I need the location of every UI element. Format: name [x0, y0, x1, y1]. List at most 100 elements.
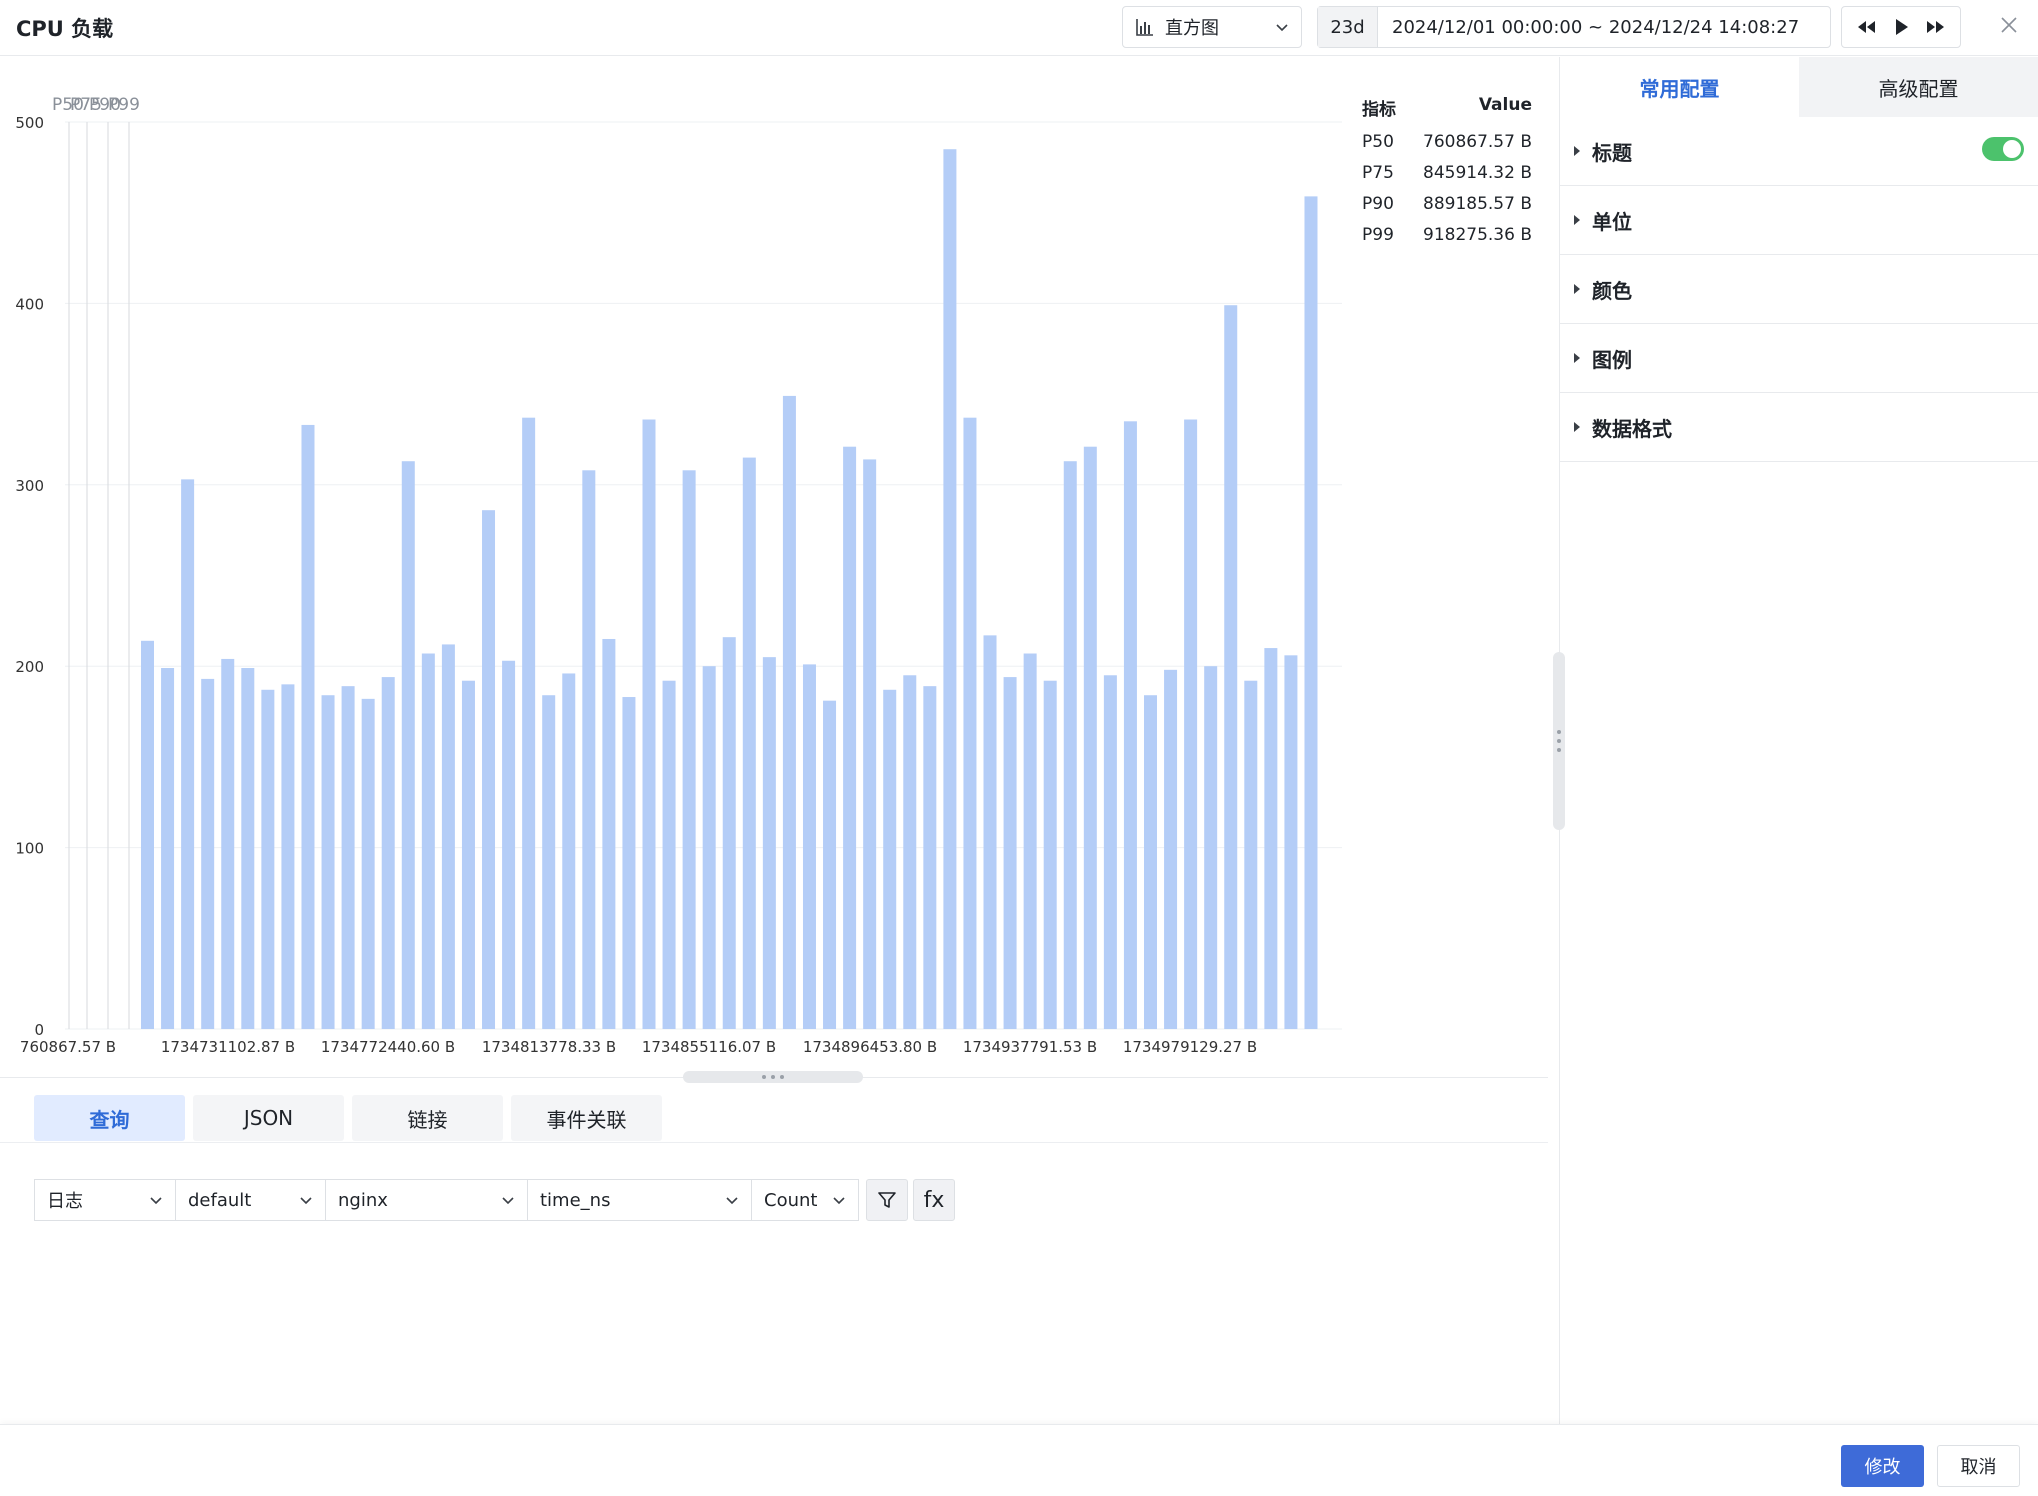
datasource-type-select[interactable]: 日志 [34, 1179, 176, 1221]
config-item-label: 颜色 [1592, 278, 1632, 303]
caret-right-icon [1574, 422, 1580, 432]
y-tick-label: 200 [15, 658, 44, 676]
legend-col-value: Value [1478, 95, 1532, 115]
histogram-bar [622, 697, 636, 1029]
legend-row: P75 845914.32 B [1362, 163, 1532, 183]
vertical-resize-handle[interactable] [683, 1071, 863, 1083]
histogram-bar [321, 695, 335, 1029]
histogram-bar [542, 695, 556, 1029]
tab-event-correlation[interactable]: 事件关联 [511, 1095, 662, 1141]
time-range-picker[interactable]: 23d 2024/12/01 00:00:00 ~ 2024/12/24 14:… [1317, 6, 1831, 48]
config-list: 标题 单位 颜色 图例 数据格式 [1560, 117, 2038, 462]
histogram-icon [1136, 19, 1153, 36]
panel-title: CPU 负载 [16, 17, 114, 41]
config-item-data-format[interactable]: 数据格式 [1560, 393, 2038, 462]
chevron-down-icon [502, 1197, 514, 1205]
histogram-bar [843, 446, 857, 1029]
legend-row: P90 889185.57 B [1362, 194, 1532, 214]
config-item-label: 图例 [1592, 347, 1632, 372]
tab-link[interactable]: 链接 [352, 1095, 503, 1141]
caret-right-icon [1574, 215, 1580, 225]
histogram-bar [361, 698, 375, 1029]
histogram-bar [461, 680, 475, 1029]
histogram-bar [1123, 421, 1137, 1029]
rewind-button[interactable] [1851, 12, 1881, 42]
histogram-bar [1244, 680, 1258, 1029]
fast-forward-button[interactable] [1921, 12, 1951, 42]
close-button[interactable] [1996, 12, 2022, 38]
histogram-bar [702, 666, 716, 1029]
cancel-button[interactable]: 取消 [1937, 1445, 2020, 1487]
histogram-bar [983, 635, 997, 1029]
histogram-bar [923, 686, 937, 1029]
histogram-bar [401, 461, 415, 1029]
query-builder: 日志 default nginx time_ns Count fx [34, 1179, 955, 1221]
x-tick-label: 1734772440.60 B [321, 1038, 455, 1056]
footer-bar: 修改 取消 [0, 1424, 2038, 1496]
legend-value: 889185.57 B [1423, 194, 1532, 214]
histogram-bar [1304, 196, 1318, 1029]
histogram-chart: 0100200300400500P50P75P90P99760867.57 B1… [15, 95, 1342, 1056]
config-item-label: 单位 [1592, 209, 1632, 234]
field-select[interactable]: time_ns [527, 1179, 752, 1221]
tab-common-config[interactable]: 常用配置 [1560, 57, 1799, 117]
config-item-color[interactable]: 颜色 [1560, 255, 2038, 324]
config-item-title[interactable]: 标题 [1560, 117, 2038, 186]
chevron-down-icon [300, 1197, 312, 1205]
legend-row: P50 760867.57 B [1362, 132, 1532, 152]
x-tick-label: 1734937791.53 B [963, 1038, 1097, 1056]
histogram-bar [281, 684, 295, 1029]
histogram-bar [1103, 675, 1117, 1029]
config-item-legend[interactable]: 图例 [1560, 324, 2038, 393]
histogram-bar [602, 638, 616, 1029]
config-item-label: 标题 [1592, 140, 1632, 165]
y-tick-label: 100 [15, 840, 44, 858]
time-range-text: 2024/12/01 00:00:00 ~ 2024/12/24 14:08:2… [1392, 16, 1800, 38]
chart-type-label: 直方图 [1165, 18, 1219, 39]
confirm-button[interactable]: 修改 [1841, 1445, 1924, 1487]
x-tick-label: 1734813778.33 B [482, 1038, 616, 1056]
legend-table-header: 指标 Value [1362, 95, 1532, 120]
legend-metric: P99 [1362, 225, 1394, 245]
histogram-bar [1264, 648, 1278, 1029]
histogram-bar [823, 700, 837, 1029]
source-select[interactable]: nginx [325, 1179, 528, 1221]
namespace-select[interactable]: default [175, 1179, 326, 1221]
histogram-bar [341, 686, 355, 1029]
histogram-bar [782, 395, 796, 1029]
legend-col-metric: 指标 [1362, 100, 1396, 120]
filter-button[interactable] [866, 1179, 908, 1221]
play-button[interactable] [1886, 12, 1916, 42]
histogram-bar [742, 457, 756, 1030]
histogram-bar [1023, 653, 1037, 1029]
x-tick-label: 1734731102.87 B [161, 1038, 295, 1056]
select-value: nginx [338, 1189, 388, 1211]
horizontal-resize-handle[interactable] [1553, 652, 1565, 830]
tab-json[interactable]: JSON [193, 1095, 344, 1141]
legend-value: 845914.32 B [1423, 163, 1532, 183]
y-tick-label: 400 [15, 295, 44, 313]
play-icon [1895, 19, 1908, 35]
histogram-bar [1164, 669, 1178, 1029]
chart-area: 0 100 200 300 400 500 P50 P75 P90 P99 760867.57 B 1… [0, 57, 1548, 1077]
chevron-down-icon [833, 1197, 845, 1205]
chart-type-select[interactable]: 直方图 [1122, 6, 1302, 48]
tabs-divider [0, 1142, 1548, 1143]
histogram-bar [1184, 419, 1198, 1030]
tab-query[interactable]: 查询 [34, 1095, 185, 1141]
caret-right-icon [1574, 146, 1580, 156]
histogram-bar [1204, 666, 1218, 1029]
time-range-duration: 23d [1318, 7, 1378, 47]
function-button[interactable]: fx [913, 1179, 955, 1221]
histogram-bar [582, 470, 596, 1030]
histogram-bar [1003, 677, 1017, 1029]
aggregation-select[interactable]: Count [751, 1179, 859, 1221]
histogram-bar [502, 660, 516, 1029]
select-value: 日志 [47, 1191, 83, 1212]
title-toggle[interactable] [1982, 137, 2024, 161]
histogram-bar [943, 149, 957, 1030]
config-item-unit[interactable]: 单位 [1560, 186, 2038, 255]
x-tick-label: 1734896453.80 B [803, 1038, 937, 1056]
tab-advanced-config[interactable]: 高级配置 [1799, 57, 2038, 117]
histogram-bar [722, 637, 736, 1029]
